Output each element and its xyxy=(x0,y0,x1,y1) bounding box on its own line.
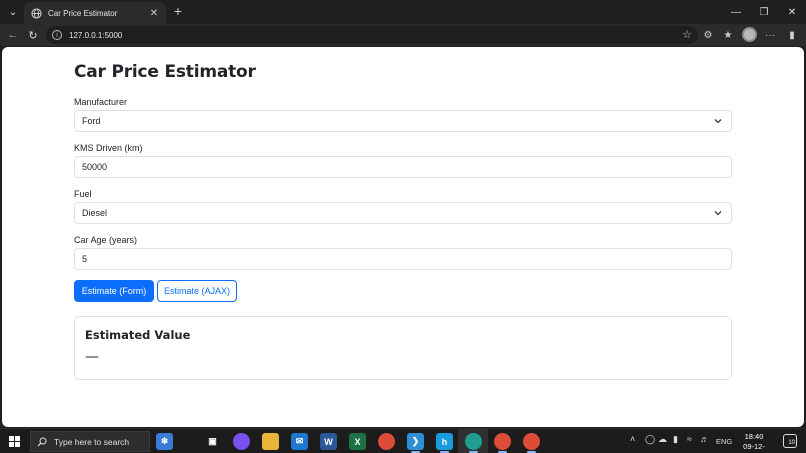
favorite-star-icon[interactable]: ☆ xyxy=(682,28,692,41)
profile-avatar[interactable] xyxy=(742,27,757,42)
kms-input[interactable]: 50000 xyxy=(74,156,732,178)
age-input[interactable]: 5 xyxy=(74,248,732,270)
reload-icon[interactable]: ↻ xyxy=(26,28,40,42)
back-icon[interactable]: ← xyxy=(6,28,20,42)
address-bar[interactable]: i 127.0.0.1:5000 ☆ xyxy=(46,26,698,44)
task-view-icon[interactable]: ▣ xyxy=(204,433,221,450)
show-hidden-icons-chevron-icon[interactable]: ˄ xyxy=(630,434,635,444)
more-options-icon[interactable]: ··· xyxy=(763,28,777,42)
page-title: Car Price Estimator xyxy=(74,62,256,82)
windows-start-icon[interactable] xyxy=(9,436,20,447)
chevron-down-icon xyxy=(714,119,722,124)
battery-icon[interactable]: ▮ xyxy=(673,434,678,445)
minimize-icon[interactable]: — xyxy=(722,0,750,24)
copilot-icon[interactable] xyxy=(233,433,250,450)
result-card: Estimated Value — xyxy=(74,316,732,380)
excel-icon[interactable]: X xyxy=(349,433,366,450)
search-placeholder: Type here to search xyxy=(54,436,130,447)
extension-icon[interactable]: ⚙ xyxy=(701,28,715,42)
taskbar: Type here to search ❄ ▣ ✉ W X ❯ h ˄ ◯ ☁ … xyxy=(0,428,806,453)
globe-icon xyxy=(30,7,42,19)
language-indicator[interactable]: ENG xyxy=(716,437,732,446)
cloud-icon[interactable]: ☁ xyxy=(658,434,667,445)
clock-time: 18:40 xyxy=(744,432,764,441)
web-page: Car Price Estimator Manufacturer Ford KM… xyxy=(2,47,804,427)
manufacturer-value: Ford xyxy=(82,116,101,126)
result-value: — xyxy=(85,349,99,365)
site-info-icon[interactable]: i xyxy=(52,30,62,40)
age-label: Car Age (years) xyxy=(74,235,138,245)
new-tab-plus-icon[interactable]: + xyxy=(170,4,186,20)
fuel-label: Fuel xyxy=(74,189,92,199)
favorites-icon[interactable]: ★ xyxy=(721,28,735,42)
volume-icon[interactable]: ♬ xyxy=(700,434,709,444)
kms-label: KMS Driven (km) xyxy=(74,143,143,153)
chrome-icon[interactable] xyxy=(378,433,395,450)
manufacturer-label: Manufacturer xyxy=(74,97,128,107)
estimate-ajax-button[interactable]: Estimate (AJAX) xyxy=(157,280,237,302)
close-window-icon[interactable]: ✕ xyxy=(778,0,806,24)
sidebar-icon[interactable]: ▮ xyxy=(785,28,799,42)
taskbar-search-box[interactable]: Type here to search xyxy=(30,431,150,452)
chevron-down-icon xyxy=(714,211,722,216)
word-icon[interactable]: W xyxy=(320,433,337,450)
maximize-icon[interactable]: ❐ xyxy=(750,0,778,24)
fuel-select[interactable]: Diesel xyxy=(74,202,732,224)
browser-toolbar: ← ↻ i 127.0.0.1:5000 ☆ ⚙ ★ ··· ▮ xyxy=(0,24,806,46)
manufacturer-select[interactable]: Ford xyxy=(74,110,732,132)
browser-titlebar: ⌄ Car Price Estimator ✕ + — ❐ ✕ xyxy=(0,0,806,24)
vscode-icon[interactable]: ❯ xyxy=(407,433,424,453)
tab-title: Car Price Estimator xyxy=(48,8,118,18)
fuel-value: Diesel xyxy=(82,208,108,218)
notification-count: 10 xyxy=(788,440,795,446)
wifi-icon[interactable]: ≈ xyxy=(687,434,692,444)
tray-app-icon[interactable]: ◯ xyxy=(645,434,655,445)
browser-tab[interactable]: Car Price Estimator ✕ xyxy=(24,2,166,24)
weather-widget-icon[interactable]: ❄ xyxy=(156,433,173,450)
file-explorer-icon[interactable] xyxy=(262,433,279,450)
app-h-icon[interactable]: h xyxy=(436,433,453,453)
clock[interactable]: 18:40 09-12-2025 xyxy=(736,432,772,453)
clock-date: 09-12-2025 xyxy=(743,442,765,453)
chrome-profile-2-icon[interactable] xyxy=(523,433,540,453)
tab-actions-menu-icon[interactable]: ⌄ xyxy=(4,3,22,21)
result-title: Estimated Value xyxy=(85,328,191,342)
mail-icon[interactable]: ✉ xyxy=(291,433,308,450)
kms-value: 50000 xyxy=(82,162,108,172)
search-icon xyxy=(37,437,47,446)
close-tab-icon[interactable]: ✕ xyxy=(148,8,160,19)
age-value: 5 xyxy=(82,254,88,264)
edge-icon[interactable] xyxy=(465,433,482,453)
url-text: 127.0.0.1:5000 xyxy=(69,30,123,40)
estimate-form-button[interactable]: Estimate (Form) xyxy=(74,280,154,302)
notification-center-icon[interactable]: 10 xyxy=(783,434,797,448)
chrome-profile-icon[interactable] xyxy=(494,433,511,453)
